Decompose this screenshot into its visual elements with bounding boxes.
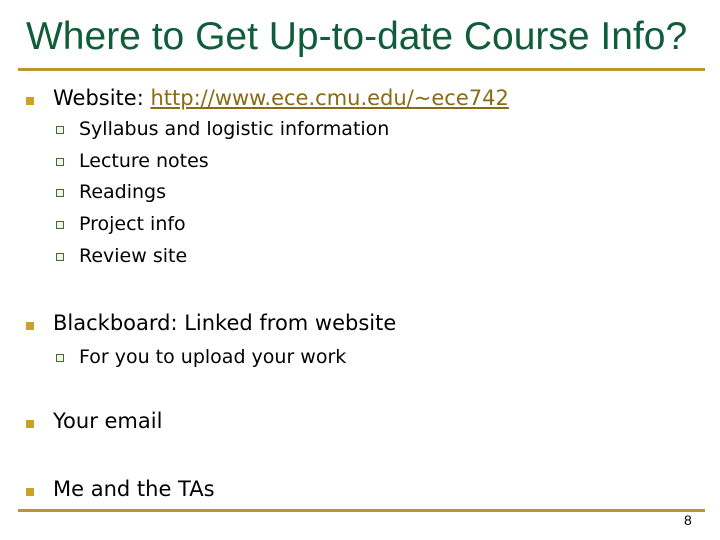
website-link[interactable]: http://www.ece.cmu.edu/~ece742 [150, 86, 508, 110]
hollow-square-bullet-icon [56, 158, 64, 166]
hollow-square-bullet-icon [56, 253, 64, 261]
page-number: 8 [684, 512, 692, 528]
square-bullet-icon [26, 488, 34, 496]
hollow-square-bullet-icon [56, 189, 64, 197]
hollow-square-bullet-icon [56, 354, 64, 362]
square-bullet-icon [26, 97, 34, 105]
hollow-square-bullet-icon [56, 126, 64, 134]
bullet-label: Website: [53, 86, 144, 110]
hollow-square-bullet-icon [56, 221, 64, 229]
square-bullet-icon [26, 322, 34, 330]
square-bullet-icon [26, 420, 34, 428]
title-divider [18, 68, 705, 71]
slide-title: Where to Get Up-to-date Course Info? [26, 15, 688, 58]
footer-divider [18, 509, 705, 512]
